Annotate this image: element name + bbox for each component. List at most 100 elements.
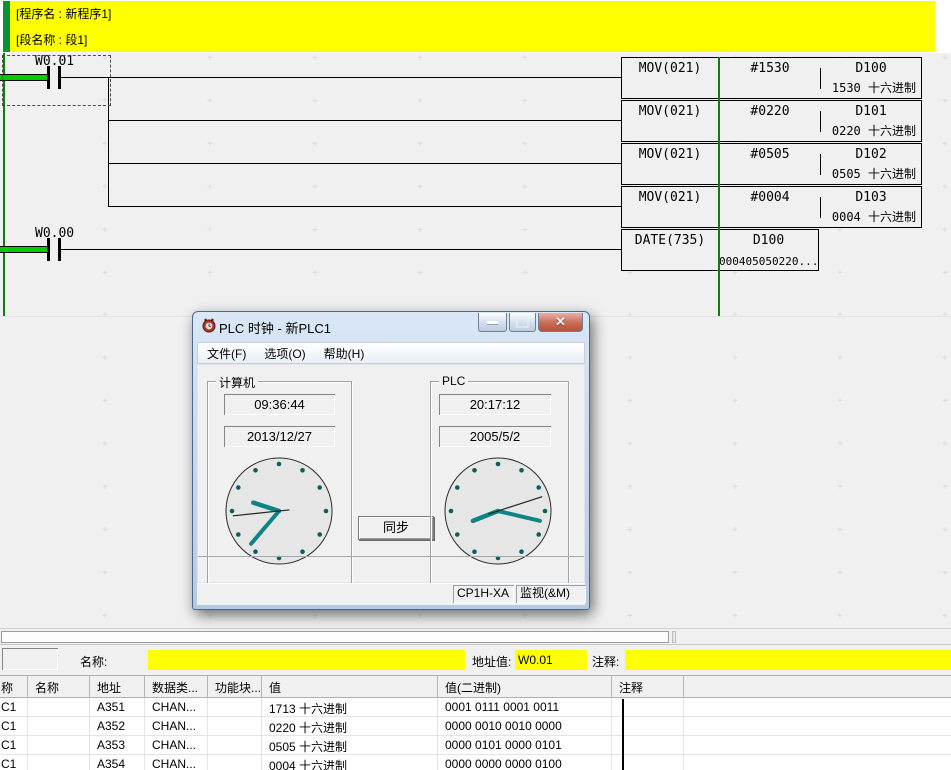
monitor-mode-panel: 监视(&M): [516, 585, 586, 603]
cx-programmer-screen: ++++++++++++++++++++++++++++++++++++++++…: [0, 0, 951, 770]
table-cell-datatype: CHAN...: [145, 717, 208, 736]
table-cell-value: 1713 十六进制: [262, 698, 438, 717]
grid-plus-mark: +: [522, 612, 528, 622]
maximize-button[interactable]: [509, 313, 536, 332]
close-button[interactable]: ✕: [538, 313, 583, 332]
grid-plus-mark: +: [837, 269, 843, 279]
column-header[interactable]: 称: [0, 676, 28, 697]
clock-app-icon: [201, 317, 217, 333]
window-buttons: ✕: [478, 313, 583, 332]
instruction-mnemonic: MOV(021): [622, 144, 719, 184]
operand-divider-tick: [820, 111, 821, 132]
operand-divider-tick: [820, 68, 821, 89]
grid-plus-mark: +: [732, 612, 738, 622]
plc-time-display: 20:17:12: [439, 394, 551, 415]
table-cell-datatype: CHAN...: [145, 698, 208, 717]
monitored-value: 1530 十六进制: [832, 79, 916, 96]
monitored-value: 0220 十六进制: [832, 122, 916, 139]
maximize-icon: [516, 317, 529, 328]
grid-plus-mark: +: [207, 612, 213, 622]
table-row[interactable]: C1A352CHAN...0220 十六进制0000 0010 0010 000…: [0, 717, 951, 736]
name-field[interactable]: [148, 650, 465, 670]
grid-plus-mark: +: [522, 269, 528, 279]
table-cell-plc: C1: [0, 755, 28, 770]
plc-date-display: 2005/5/2: [439, 426, 551, 447]
grid-plus-mark: +: [942, 54, 948, 64]
grid-plus-mark: +: [732, 354, 738, 364]
minimize-button[interactable]: [478, 313, 507, 332]
operand-2: D102: [821, 147, 921, 162]
table-cell-name: [28, 755, 90, 770]
branch-wire: [108, 163, 621, 164]
watch-table[interactable]: 称名称地址数据类...功能块...值值(二进制)注释C1A351CHAN...1…: [0, 675, 951, 770]
watch-edit-bar: 名称: 地址值: W0.01 注释:: [0, 644, 951, 676]
column-header[interactable]: 功能块...: [208, 676, 262, 697]
mov-instruction-block[interactable]: MOV(021)#0220D101 0220 十六进制: [621, 100, 922, 142]
pane-splitter[interactable]: [672, 631, 676, 643]
instruction-mnemonic: MOV(021): [622, 101, 719, 141]
operand-2: D103: [821, 190, 921, 205]
sync-button[interactable]: 同步: [358, 516, 434, 540]
column-header[interactable]: 名称: [28, 676, 90, 697]
table-row[interactable]: C1A351CHAN...1713 十六进制0001 0111 0001 001…: [0, 698, 951, 717]
menu-file[interactable]: 文件(F): [198, 343, 255, 364]
computer-group-label: 计算机: [216, 374, 258, 391]
column-header[interactable]: 值: [262, 676, 438, 697]
mov-instruction-block[interactable]: MOV(021)#0004D1030004 十六进制: [621, 186, 922, 228]
table-cell-filler: [684, 717, 951, 736]
operand-1: #1530: [719, 61, 821, 76]
contact-label-w000[interactable]: W0.00: [35, 226, 74, 241]
horizontal-scrollbar[interactable]: [1, 631, 669, 643]
contact-bar: [47, 238, 50, 261]
selection-box: [2, 55, 111, 106]
comment-field[interactable]: [625, 650, 951, 670]
table-cell-datatype: CHAN...: [145, 736, 208, 755]
scrollbar-strip: [0, 628, 951, 645]
column-header[interactable]: 值(二进制): [438, 676, 612, 697]
operand-2: D101: [821, 104, 921, 119]
grid-plus-mark: +: [312, 140, 318, 150]
table-cell-address: A353: [90, 736, 145, 755]
dialog-menubar: 文件(F) 选项(O) 帮助(H): [197, 342, 585, 364]
operand-1: #0220: [719, 104, 821, 119]
menu-options[interactable]: 选项(O): [255, 343, 314, 364]
table-cell-plc: C1: [0, 698, 28, 717]
operand-1: #0004: [719, 190, 821, 205]
table-cell-fb: [208, 736, 262, 755]
grid-plus-mark: +: [627, 526, 633, 536]
dialog-title: PLC 时钟 - 新PLC1: [219, 318, 331, 337]
grid-plus-mark: +: [102, 612, 108, 622]
table-row[interactable]: C1A354CHAN...0004 十六进制0000 0000 0000 010…: [0, 755, 951, 770]
plc-clock-dialog[interactable]: PLC 时钟 - 新PLC1 ✕ 文件(F) 选项(O) 帮助(H) 计算机 0…: [192, 311, 590, 610]
table-cell-filler: [684, 755, 951, 770]
operand-divider-tick: [820, 154, 821, 175]
menu-help[interactable]: 帮助(H): [315, 343, 374, 364]
grid-plus-mark: +: [732, 397, 738, 407]
table-row[interactable]: C1A353CHAN...0505 十六进制0000 0101 0000 010…: [0, 736, 951, 755]
operand-2: D100: [821, 61, 921, 76]
monitored-value: 0004 十六进制: [832, 208, 916, 225]
table-cell-binary: 0000 0000 0000 0100: [438, 755, 612, 770]
mov-instruction-block[interactable]: MOV(021)#1530D1001530 十六进制: [621, 57, 922, 99]
grid-plus-mark: +: [837, 354, 843, 364]
grid-plus-mark: +: [312, 183, 318, 193]
grid-plus-mark: +: [627, 440, 633, 450]
watch-selector-box[interactable]: [2, 648, 58, 670]
date-instruction-block[interactable]: DATE(735)D100000405050220...: [621, 229, 819, 271]
column-header[interactable]: 地址: [90, 676, 145, 697]
grid-plus-mark: +: [942, 440, 948, 450]
grid-plus-mark: +: [942, 526, 948, 536]
grid-plus-mark: +: [102, 440, 108, 450]
grid-plus-mark: +: [732, 526, 738, 536]
grid-plus-mark: +: [837, 397, 843, 407]
address-field[interactable]: W0.01: [515, 650, 587, 670]
branch-wire: [108, 206, 621, 207]
grid-plus-mark: +: [312, 269, 318, 279]
column-header[interactable]: 数据类...: [145, 676, 208, 697]
grid-plus-mark: +: [942, 183, 948, 193]
grid-plus-mark: +: [942, 97, 948, 107]
mov-instruction-block[interactable]: MOV(021)#0505D1020505 十六进制: [621, 143, 922, 185]
column-header[interactable]: 注释: [612, 676, 684, 697]
grid-plus-mark: +: [942, 483, 948, 493]
table-cell-name: [28, 717, 90, 736]
